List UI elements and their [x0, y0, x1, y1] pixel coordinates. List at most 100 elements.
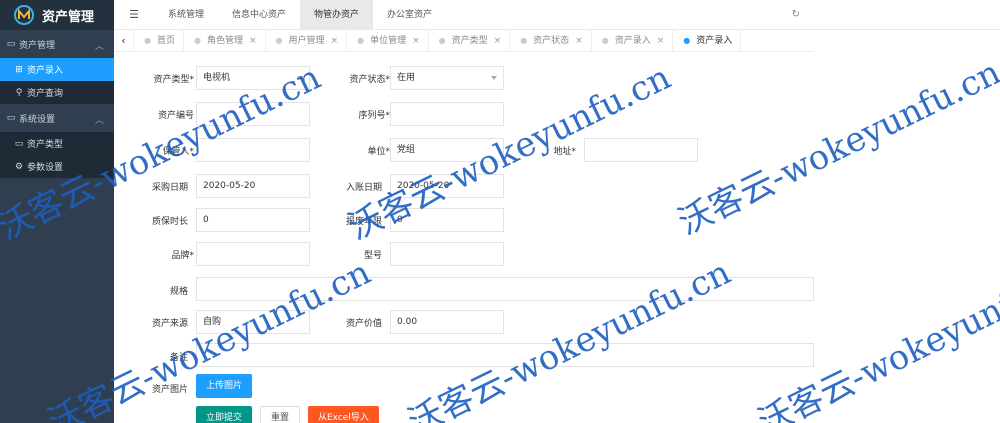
top-tab-property-office[interactable]: 物管办资产 — [300, 0, 374, 30]
page-tab-label: 首页 — [156, 35, 175, 46]
remark-input[interactable] — [196, 343, 814, 367]
warranty-input[interactable]: 0 — [196, 208, 310, 232]
asset-status-select[interactable]: 在用 — [390, 66, 504, 90]
upload-image-button[interactable]: 上传图片 — [196, 374, 253, 398]
reset-button[interactable]: 重置 — [260, 406, 301, 423]
serial-no-input[interactable] — [390, 102, 504, 126]
page-tab-role[interactable]: ● 角色管理 × — [184, 29, 266, 52]
brand-label: 品牌* — [171, 251, 194, 261]
model-input[interactable] — [390, 242, 504, 266]
asset-entry-form: 资产类型* 电视机 资产状态* 在用 资产编号 序列号* 保管人* 单位* 党组… — [114, 52, 814, 423]
page-tab-asset-entry-active[interactable]: ● 资产录入 — [673, 29, 742, 52]
remark-label: 备注 — [169, 353, 188, 363]
submit-button[interactable]: 立即提交 — [196, 406, 253, 423]
scrap-years-input[interactable]: 0 — [390, 208, 504, 232]
page-tab-label: 资产录入 — [614, 35, 651, 46]
chevron-left-icon[interactable]: ‹ — [114, 29, 134, 52]
dot-icon: ● — [357, 35, 365, 45]
close-icon[interactable]: × — [412, 36, 420, 46]
entry-date-input[interactable]: 2020-05-20 — [390, 174, 504, 198]
caret-down-icon — [297, 76, 303, 80]
purchase-date-input[interactable]: 2020-05-20 — [196, 174, 310, 198]
price-input[interactable]: 0.00 — [390, 310, 504, 334]
top-tab-info-center[interactable]: 信息中心资产 — [218, 0, 300, 30]
unit-label: 单位* — [367, 147, 390, 157]
model-label: 型号 — [363, 251, 382, 261]
page-tab-label: 资产类型 — [451, 35, 488, 46]
asset-type-value: 电视机 — [203, 73, 231, 83]
logo-icon — [14, 5, 34, 25]
asset-code-input[interactable] — [196, 102, 310, 126]
page-tab-home[interactable]: ● 首页 — [134, 29, 184, 52]
sidebar-group-asset-management[interactable]: ▭ 资产管理 ︿ — [0, 30, 114, 58]
page-tab-asset-entry[interactable]: ● 资产录入 × — [592, 29, 674, 52]
asset-type-select[interactable]: 电视机 — [196, 66, 310, 90]
top-navigation: ☰ 系统管理 信息中心资产 物管办资产 办公室资产 ↻ — [114, 0, 1000, 30]
keeper-input[interactable] — [196, 138, 310, 162]
asset-status-value: 在用 — [397, 73, 416, 83]
page-tab-user[interactable]: ● 用户管理 × — [266, 29, 348, 52]
page-tabs: ‹ ● 首页 ● 角色管理 × ● 用户管理 × ● 单位管理 × ● 资产类型 × ● 资产状态 ×… — [114, 29, 814, 52]
close-icon[interactable]: × — [575, 36, 583, 46]
sidebar-item-label: 资产查询 — [27, 89, 64, 99]
unit-input[interactable]: 党组 — [390, 138, 504, 162]
page-tab-asset-type[interactable]: ● 资产类型 × — [429, 29, 511, 52]
page-tab-label: 资产录入 — [696, 35, 733, 46]
address-label: 地址* — [553, 147, 576, 157]
close-icon[interactable]: × — [657, 36, 665, 46]
serial-no-label: 序列号* — [358, 111, 390, 121]
page-tab-label: 角色管理 — [206, 35, 243, 46]
sidebar-item-parameter-settings[interactable]: ⚙ 参数设置 — [0, 155, 114, 178]
image-label: 资产图片 — [151, 385, 188, 395]
search-icon: ⚲ — [15, 87, 23, 98]
top-tab-system[interactable]: 系统管理 — [154, 0, 218, 30]
source-label: 资产来源 — [151, 319, 188, 329]
menu-icon[interactable]: ☰ — [114, 8, 154, 21]
asset-type-label: 资产类型* — [153, 75, 194, 85]
scrap-years-label: 报废年限 — [345, 217, 382, 227]
purchase-date-label: 采购日期 — [151, 183, 188, 193]
sidebar-item-asset-type[interactable]: ▭ 资产类型 — [0, 132, 114, 155]
brand-input[interactable] — [196, 242, 310, 266]
sidebar-item-asset-query[interactable]: ⚲ 资产查询 — [0, 81, 114, 104]
sidebar-item-label: 资产类型 — [27, 140, 64, 150]
keeper-label: 保管人* — [162, 147, 194, 157]
sidebar-item-label: 参数设置 — [27, 163, 64, 173]
price-label: 资产价值 — [345, 319, 382, 329]
plus-square-icon: ⊞ — [15, 64, 23, 75]
spec-input[interactable] — [196, 277, 814, 301]
logo[interactable]: 资产管理 — [0, 0, 114, 30]
refresh-icon[interactable]: ↻ — [792, 9, 800, 20]
top-tab-general-office[interactable]: 办公室资产 — [373, 0, 446, 30]
dot-icon: ● — [194, 35, 201, 45]
close-icon[interactable]: × — [331, 36, 339, 46]
page-tab-asset-status[interactable]: ● 资产状态 × — [510, 29, 592, 52]
card-icon: ▭ — [6, 113, 16, 123]
sidebar-item-asset-entry[interactable]: ⊞ 资产录入 — [0, 58, 114, 81]
dot-icon: ● — [275, 35, 283, 45]
sidebar-group-label: 资产管理 — [19, 40, 56, 51]
source-input[interactable]: 自购 — [196, 310, 310, 334]
sidebar: 资产管理 ▭ 资产管理 ︿ ⊞ 资产录入 ⚲ 资产查询 ▭ 系统设置 ︿ ▭ 资… — [0, 0, 114, 423]
dot-icon: ● — [520, 35, 528, 45]
app-title: 资产管理 — [42, 9, 95, 25]
page-tab-label: 用户管理 — [288, 35, 325, 46]
dot-icon: ● — [438, 35, 446, 45]
spec-label: 规格 — [169, 287, 188, 297]
gear-icon: ⚙ — [14, 161, 24, 172]
close-icon[interactable]: × — [249, 36, 257, 46]
warranty-label: 质保时长 — [151, 217, 188, 227]
caret-down-icon — [491, 76, 497, 80]
chevron-up-icon: ︿ — [94, 116, 104, 126]
dot-icon: ● — [683, 35, 691, 45]
card-icon: ▭ — [6, 39, 16, 49]
sidebar-group-label: 系统设置 — [19, 114, 56, 125]
sidebar-item-label: 资产录入 — [27, 66, 64, 76]
address-input[interactable] — [584, 138, 698, 162]
page-tab-unit[interactable]: ● 单位管理 × — [347, 29, 429, 52]
import-excel-button[interactable]: 从Excel导入 — [308, 406, 379, 423]
sidebar-group-system-settings[interactable]: ▭ 系统设置 ︿ — [0, 104, 114, 132]
page-tab-label: 单位管理 — [370, 35, 407, 46]
close-icon[interactable]: × — [494, 36, 502, 46]
entry-date-label: 入账日期 — [345, 183, 382, 193]
